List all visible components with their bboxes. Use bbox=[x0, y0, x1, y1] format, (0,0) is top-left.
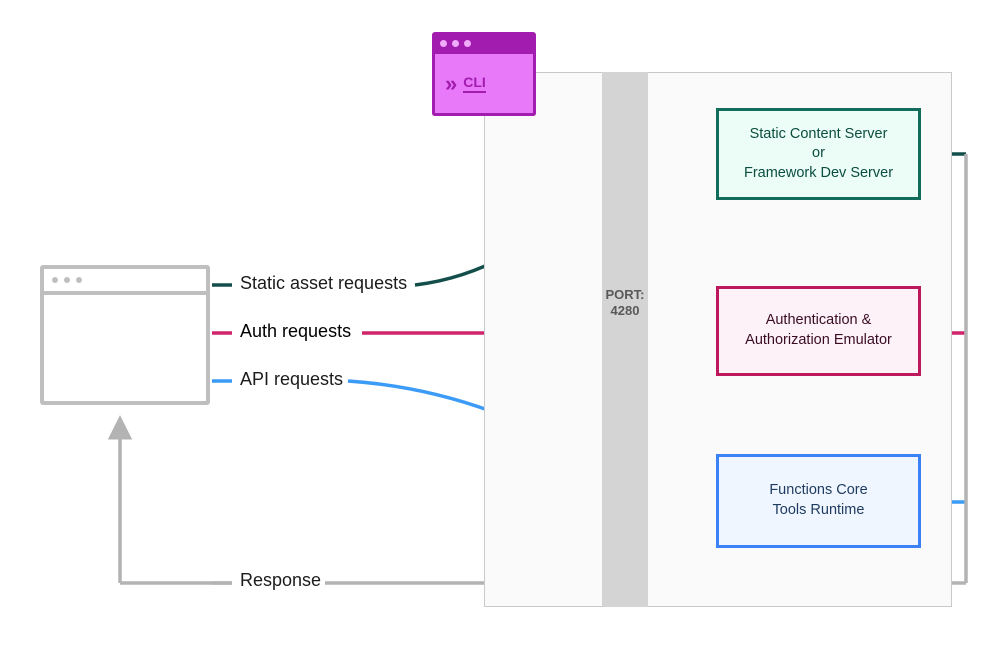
cli-badge-body: » CLI bbox=[432, 54, 536, 116]
static-line1: Static Content Server bbox=[750, 126, 888, 142]
api-requests-label: API requests bbox=[236, 369, 347, 390]
diagram-canvas: PORT: 4280 Static Content Server or Fram… bbox=[0, 0, 1000, 654]
port-label: PORT: 4280 bbox=[606, 287, 645, 318]
func-line1: Functions Core bbox=[769, 482, 867, 498]
static-line2: or bbox=[812, 145, 825, 161]
functions-runtime-box: Functions Core Tools Runtime bbox=[716, 454, 921, 548]
window-dot-icon bbox=[464, 40, 471, 47]
cli-badge: » CLI bbox=[432, 32, 536, 116]
auth-requests-label: Auth requests bbox=[236, 321, 355, 342]
static-content-server-box: Static Content Server or Framework Dev S… bbox=[716, 108, 921, 200]
window-dot-icon bbox=[440, 40, 447, 47]
auth-line2: Authorization Emulator bbox=[745, 332, 892, 348]
response-label: Response bbox=[236, 570, 325, 591]
window-dot-icon bbox=[452, 40, 459, 47]
port-value: 4280 bbox=[611, 303, 640, 318]
static-line3: Framework Dev Server bbox=[744, 165, 893, 181]
port-label-text: PORT: bbox=[606, 287, 645, 302]
func-line2: Tools Runtime bbox=[773, 502, 865, 518]
static-requests-label: Static asset requests bbox=[236, 273, 411, 294]
auth-emulator-box: Authentication & Authorization Emulator bbox=[716, 286, 921, 376]
auth-line1: Authentication & bbox=[766, 312, 872, 328]
port-column: PORT: 4280 bbox=[602, 72, 648, 607]
chevrons-icon: » bbox=[445, 71, 451, 97]
cli-label: CLI bbox=[463, 74, 486, 93]
cli-badge-titlebar bbox=[432, 32, 536, 54]
